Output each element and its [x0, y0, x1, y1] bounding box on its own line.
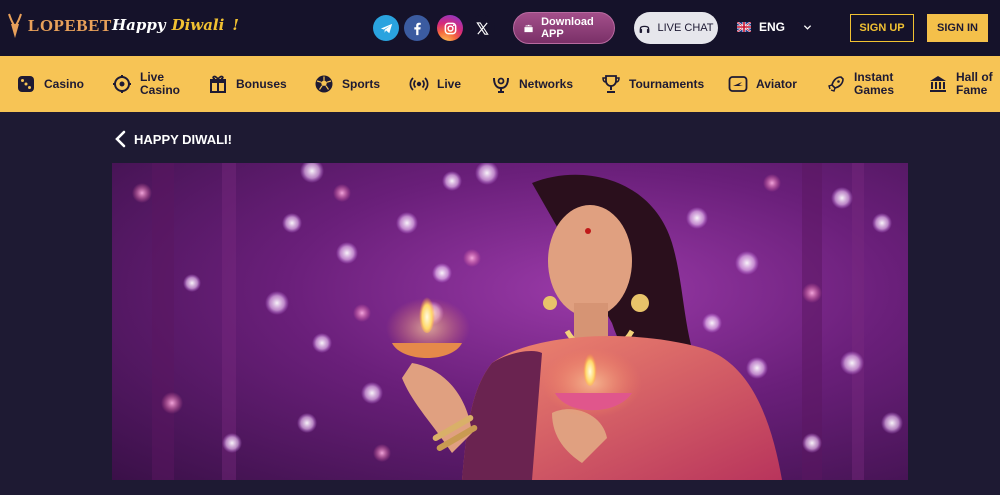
language-label: ENG	[759, 20, 786, 34]
nav-item-instant-games[interactable]: Instant Games	[826, 56, 894, 112]
live-chat-label: LIVE CHAT	[657, 22, 714, 34]
language-selector[interactable]: ENG	[737, 20, 812, 34]
rocket-icon	[828, 76, 844, 92]
diwali-greeting: Happy Diwali!	[112, 16, 239, 34]
page-title: HAPPY DIWALI!	[134, 131, 232, 147]
nav-label: Hall of Fame	[956, 70, 993, 97]
antelope-logo-icon	[8, 13, 22, 38]
x-twitter-icon[interactable]	[469, 15, 495, 41]
trophy-icon	[602, 75, 620, 93]
hall-icon	[930, 76, 946, 92]
soccer-ball-icon	[315, 75, 333, 93]
back-link[interactable]: HAPPY DIWALI!	[114, 130, 232, 148]
download-app-button[interactable]: Download APP	[513, 12, 615, 44]
networks-icon	[493, 77, 509, 93]
headset-icon	[640, 25, 650, 33]
chevron-down-icon	[803, 24, 812, 30]
site-logo[interactable]: LOPEBET	[4, 12, 112, 40]
facebook-icon[interactable]	[404, 15, 430, 41]
nav-item-sports[interactable]: Sports	[314, 56, 380, 112]
nav-item-casino[interactable]: Casino	[16, 56, 84, 112]
nav-item-tournaments[interactable]: Tournaments	[601, 56, 704, 112]
nav-item-aviator[interactable]: Aviator	[728, 56, 797, 112]
nav-item-live-casino[interactable]: Live Casino	[112, 56, 180, 112]
aviator-icon	[728, 76, 748, 92]
nav-item-live[interactable]: Live	[409, 56, 461, 112]
greeting-word-3: !	[232, 16, 239, 34]
uk-flag-icon	[737, 22, 751, 32]
nav-label: Aviator	[756, 76, 797, 91]
top-header: LOPEBET Happy Diwali! Download APP LIVE C…	[0, 0, 1000, 56]
nav-label: Casino	[44, 76, 85, 91]
chevron-left-icon	[115, 130, 126, 148]
broadcast-icon	[409, 77, 429, 91]
sign-in-button[interactable]: SIGN IN	[927, 14, 988, 42]
main-nav: Casino Live Casino Bonuses Sports Live Ne…	[0, 56, 1000, 112]
android-icon	[524, 24, 533, 33]
nav-item-bonuses[interactable]: Bonuses	[208, 56, 287, 112]
live-casino-icon	[113, 75, 131, 93]
greeting-word-1: Happy	[112, 16, 166, 34]
greeting-word-2: Diwali	[171, 16, 225, 34]
dice-icon	[18, 76, 34, 92]
telegram-icon[interactable]	[373, 15, 399, 41]
nav-label: Bonuses	[236, 76, 287, 91]
nav-label: Tournaments	[629, 76, 705, 91]
nav-item-hall-of-fame[interactable]: Hall of Fame	[928, 56, 993, 112]
sign-up-button[interactable]: SIGN UP	[850, 14, 914, 42]
nav-label: Live	[437, 76, 462, 91]
live-chat-button[interactable]: LIVE CHAT	[634, 12, 718, 44]
nav-label: Sports	[342, 76, 381, 91]
download-label: Download APP	[541, 16, 594, 40]
diwali-banner-image	[112, 163, 908, 480]
nav-label: Networks	[519, 76, 574, 91]
nav-label: Live Casino	[140, 70, 181, 97]
banner-illustration	[132, 163, 903, 480]
gift-icon	[210, 75, 226, 93]
nav-item-networks[interactable]: Networks	[491, 56, 573, 112]
logo-text: LOPEBET	[28, 16, 112, 35]
instagram-icon[interactable]	[437, 15, 463, 41]
nav-label: Instant Games	[854, 70, 895, 97]
